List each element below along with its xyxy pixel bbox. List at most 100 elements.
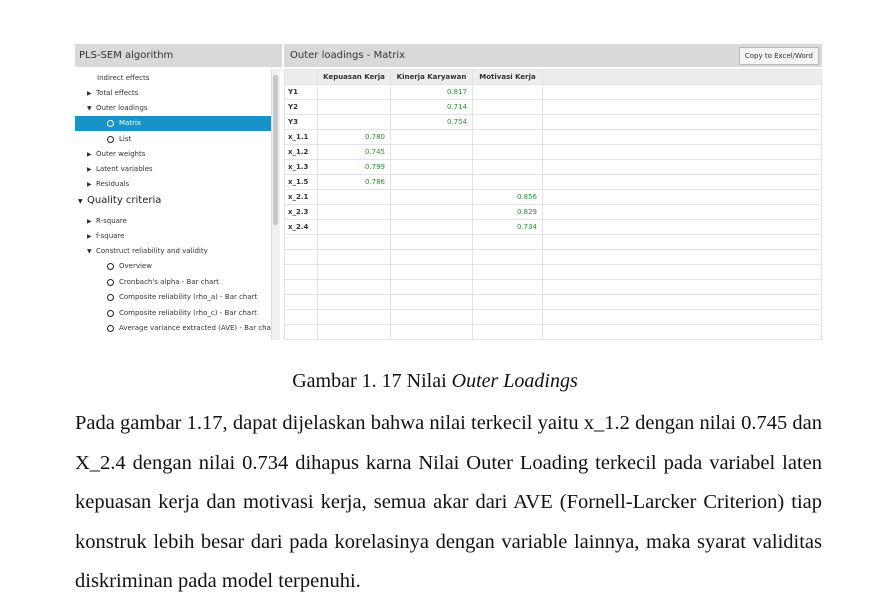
table-row <box>284 249 822 265</box>
tree-item-label: f-square <box>96 232 125 240</box>
radio-icon[interactable] <box>107 120 114 127</box>
table-cell <box>472 324 543 340</box>
tree-item[interactable]: Indirect effects <box>75 71 271 86</box>
filler-cell <box>542 114 822 130</box>
body-paragraph: Pada gambar 1.17, dapat dijelaskan bahwa… <box>75 412 822 592</box>
tree-item[interactable]: ▼ Construct reliability and validity <box>75 244 271 259</box>
radio-icon[interactable] <box>107 325 114 332</box>
tree-item[interactable]: Overview <box>75 259 271 274</box>
expand-arrow-icon[interactable]: ▶ <box>87 229 96 244</box>
table-cell <box>472 234 543 250</box>
filler-cell <box>542 309 822 325</box>
row-header: x_1.3 <box>284 159 318 175</box>
row-header: Y1 <box>284 84 318 100</box>
table-cell <box>390 144 473 160</box>
table-cell: 0.856 <box>472 189 543 205</box>
row-header: x_2.1 <box>284 189 318 205</box>
expand-arrow-icon[interactable]: ▶ <box>87 147 96 162</box>
table-cell: 0.734 <box>472 219 543 235</box>
tree-item[interactable]: List <box>75 132 271 147</box>
tree-item[interactable]: ▶ R-square <box>75 214 271 229</box>
row-header: x_2.3 <box>284 204 318 220</box>
row-header <box>284 249 318 265</box>
table-row: x_1.2 0.745 <box>284 144 822 160</box>
tree-item[interactable]: ▶ Residuals <box>75 177 271 192</box>
table-cell <box>390 264 473 280</box>
expand-arrow-icon[interactable]: ▶ <box>87 162 96 177</box>
scrollbar-thumb[interactable] <box>273 75 278 225</box>
table-cell <box>317 309 391 325</box>
filler-cell <box>542 264 822 280</box>
row-header: x_2.4 <box>284 219 318 235</box>
filler-cell <box>542 144 822 160</box>
tree-item[interactable]: ▼ Quality criteria <box>75 192 271 210</box>
table-cell <box>317 84 391 100</box>
table-cell <box>317 114 391 130</box>
report-tree: Indirect effects ▶ Total effects ▼ Outer loa… <box>75 69 277 340</box>
tree-item-label: Quality criteria <box>87 195 162 206</box>
tree-item[interactable]: Matrix <box>75 116 271 131</box>
table-cell <box>390 279 473 295</box>
filler-cell <box>542 219 822 235</box>
tree-item[interactable]: ▶ Outer weights <box>75 147 271 162</box>
expand-arrow-icon[interactable]: ▶ <box>87 86 96 101</box>
table-cell <box>317 189 391 205</box>
collapse-arrow-icon[interactable]: ▼ <box>78 193 87 211</box>
column-header: Kinerja Karyawan <box>390 69 473 85</box>
expand-arrow-icon[interactable]: ▶ <box>87 214 96 229</box>
tree-item[interactable]: Composite reliability (rho_a) - Bar char… <box>75 290 271 305</box>
row-header <box>284 309 318 325</box>
table-cell <box>472 114 543 130</box>
tree-item[interactable]: ▶ Total effects <box>75 86 271 101</box>
radio-icon[interactable] <box>107 263 114 270</box>
tree-item[interactable]: ▼ Outer loadings <box>75 101 271 116</box>
table-cell <box>472 279 543 295</box>
collapse-arrow-icon[interactable]: ▼ <box>87 244 96 259</box>
table-cell <box>390 234 473 250</box>
tree-item-label: Composite reliability (rho_a) - Bar char… <box>119 293 258 301</box>
table-cell <box>472 159 543 175</box>
table-cell <box>390 324 473 340</box>
radio-icon[interactable] <box>107 279 114 286</box>
collapse-arrow-icon[interactable]: ▼ <box>87 101 96 116</box>
copy-to-excel-button[interactable]: Copy to Excel/Word <box>738 47 819 65</box>
table-cell <box>472 144 543 160</box>
tree-item-label: Construct reliability and validity <box>96 247 208 255</box>
row-header <box>284 324 318 340</box>
filler-cell <box>542 204 822 220</box>
radio-icon[interactable] <box>107 310 114 317</box>
column-header: Motivasi Kerja <box>472 69 543 85</box>
filler-cell <box>542 84 822 100</box>
caption-prefix: Gambar 1. 17 Nilai <box>292 370 452 392</box>
table-cell <box>390 309 473 325</box>
table-cell <box>472 249 543 265</box>
table-row <box>284 264 822 280</box>
expand-arrow-icon[interactable]: ▶ <box>87 177 96 192</box>
row-header: x_1.5 <box>284 174 318 190</box>
filler-cell <box>542 234 822 250</box>
tree-item[interactable]: Average variance extracted (AVE) - Bar c… <box>75 321 277 336</box>
tree-item-label: Outer loadings <box>96 104 148 112</box>
table-cell <box>317 279 391 295</box>
table-cell <box>317 324 391 340</box>
table-cell <box>390 159 473 175</box>
table-cell <box>390 174 473 190</box>
radio-icon[interactable] <box>107 136 114 143</box>
filler-cell <box>542 294 822 310</box>
filler-cell <box>542 324 822 340</box>
tree-item[interactable]: Composite reliability (rho_c) - Bar char… <box>75 306 271 321</box>
table-cell <box>317 294 391 310</box>
table-cell <box>472 84 543 100</box>
radio-icon[interactable] <box>107 294 114 301</box>
tree-item[interactable]: ▶ Latent variables <box>75 162 271 177</box>
tree-item-label: Latent variables <box>96 165 153 173</box>
tree-item[interactable]: ▶ f-square <box>75 229 271 244</box>
tree-item-label: Total effects <box>96 89 139 97</box>
row-header <box>284 264 318 280</box>
table-cell <box>317 234 391 250</box>
tree-scrollbar[interactable] <box>271 69 280 340</box>
tree-item[interactable]: Cronbach's alpha - Bar chart <box>75 275 271 290</box>
table-cell <box>390 219 473 235</box>
tree-item-label: Composite reliability (rho_c) - Bar char… <box>119 309 257 317</box>
table-cell: 0.745 <box>317 144 391 160</box>
